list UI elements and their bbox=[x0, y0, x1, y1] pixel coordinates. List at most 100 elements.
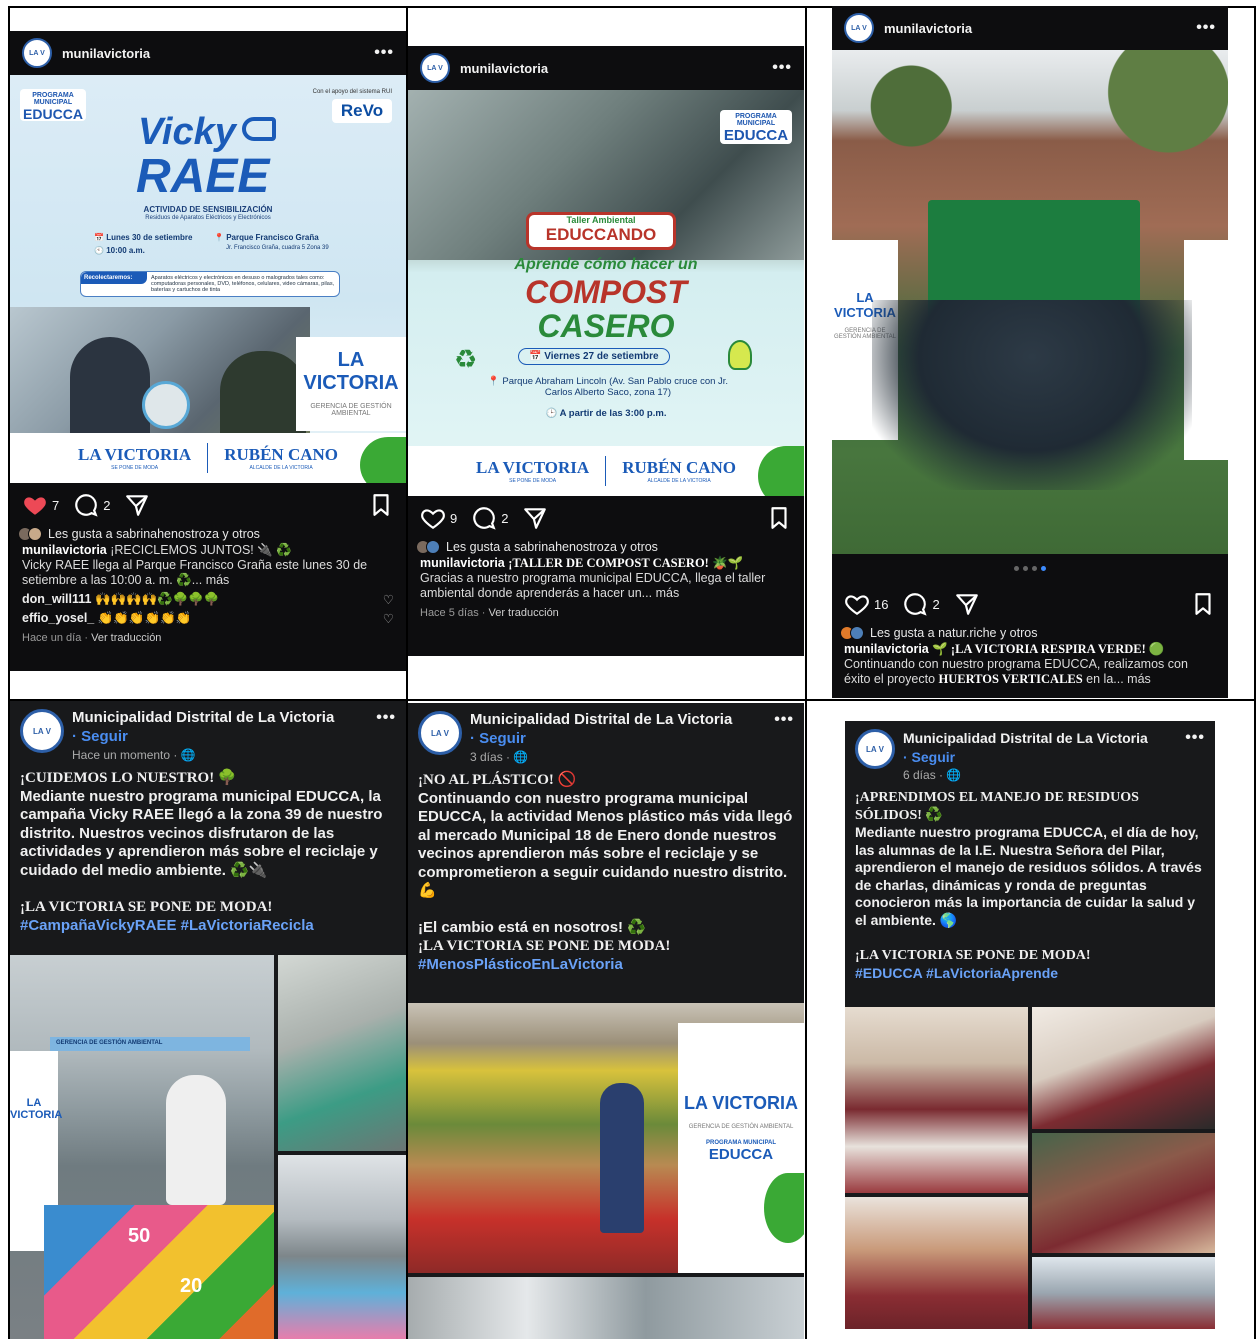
caption-title: 🌱 ¡LA VICTORIA RESPIRA VERDE! 🟢 bbox=[932, 642, 1165, 656]
like-button[interactable]: 9 bbox=[420, 505, 457, 531]
liker-avatars bbox=[416, 540, 440, 554]
profile-avatar[interactable]: LA V bbox=[22, 38, 52, 68]
liked-by[interactable]: Les gusta a sabrinahenostroza y otros bbox=[408, 540, 804, 554]
action-bar: 16 2 bbox=[832, 582, 1228, 626]
comment-button[interactable]: 2 bbox=[73, 492, 110, 518]
photo-classroom-5[interactable] bbox=[1032, 1257, 1215, 1329]
post-image[interactable]: PROGRAMA MUNICIPAL EDUCCA Con el apoyo d… bbox=[10, 75, 406, 483]
more-options-icon[interactable]: ••• bbox=[772, 59, 792, 77]
post-slogan: ¡LA VICTORIA SE PONE DE MODA! bbox=[855, 948, 1091, 963]
heart-icon bbox=[421, 509, 445, 530]
grid-divider-col2 bbox=[805, 6, 807, 1339]
heart-filled-icon bbox=[24, 497, 46, 515]
post-time: 3 días · 🌐 bbox=[470, 750, 529, 764]
follow-button[interactable]: · Seguir bbox=[470, 729, 794, 749]
photo-side-top[interactable] bbox=[278, 955, 406, 1151]
photo-classroom-3[interactable] bbox=[1032, 1133, 1215, 1253]
more-options-icon[interactable]: ••• bbox=[1196, 19, 1216, 37]
poster-subtitle-2: Residuos de Aparatos Eléctricos y Electr… bbox=[145, 215, 271, 221]
username[interactable]: munilavictoria bbox=[62, 46, 374, 61]
comment-button[interactable]: 2 bbox=[471, 505, 508, 531]
comment-user[interactable]: don_will111 bbox=[22, 592, 91, 606]
like-count: 9 bbox=[450, 510, 458, 526]
more-options-icon[interactable]: ••• bbox=[1185, 729, 1205, 747]
collect-box: Recolectaremos: Aparatos eléctricos y el… bbox=[80, 271, 340, 297]
post-image[interactable]: LA VICTORIA GERENCIA DE GESTIÓN AMBIENTA… bbox=[832, 50, 1228, 554]
caption-user[interactable]: munilavictoria bbox=[844, 642, 929, 656]
page-avatar[interactable]: LA V bbox=[418, 711, 462, 755]
post-headline: ¡NO AL PLÁSTICO! 🚫 bbox=[418, 772, 577, 788]
post-hashtags[interactable]: #CampañaVickyRAEE #LaVictoriaRecicla bbox=[20, 917, 396, 936]
send-icon bbox=[955, 594, 978, 615]
follow-button[interactable]: · Seguir bbox=[903, 747, 1205, 767]
photo-market[interactable]: LA VICTORIA GERENCIA DE GESTIÓN AMBIENTA… bbox=[408, 1003, 804, 1273]
educca-logo: PROGRAMA MUNICIPAL EDUCCA bbox=[20, 89, 86, 122]
photo-strip-bottom[interactable] bbox=[408, 1277, 804, 1339]
send-icon bbox=[126, 495, 149, 516]
post-time: Hace 5 días bbox=[420, 607, 479, 619]
post-time: Hace un momento · 🌐 bbox=[72, 748, 196, 762]
fb-post-menos-plastico: LA V Municipalidad Distrital de La Victo… bbox=[408, 703, 804, 1339]
recycle-icon: ♻ bbox=[454, 344, 478, 374]
caption: munilavictoria 🌱 ¡LA VICTORIA RESPIRA VE… bbox=[832, 640, 1228, 687]
like-button[interactable]: 7 bbox=[22, 492, 59, 518]
poster-place: 📍 Parque Francisco Graña bbox=[214, 233, 319, 242]
follow-button[interactable]: · Seguir bbox=[72, 727, 396, 747]
post-header: LA V Municipalidad Distrital de La Victo… bbox=[408, 703, 804, 765]
action-bar: 9 2 bbox=[408, 496, 804, 540]
share-button[interactable] bbox=[954, 591, 980, 617]
save-button[interactable] bbox=[368, 492, 394, 518]
bookmark-icon bbox=[771, 507, 787, 529]
comment-row: effio_yosel_ 👏👏👏👏👏👏 ♡ bbox=[10, 607, 406, 626]
poster-subtitle: ACTIVIDAD DE SENSIBILIZACIÓN bbox=[143, 205, 273, 214]
share-button[interactable] bbox=[522, 505, 548, 531]
caption-user[interactable]: munilavictoria bbox=[420, 556, 505, 570]
poster-line-2: COMPOST bbox=[525, 274, 687, 310]
photo-main[interactable]: GERENCIA DE GESTIÓN AMBIENTAL LA VICTORI… bbox=[10, 955, 274, 1339]
profile-avatar[interactable]: LA V bbox=[844, 13, 874, 43]
username[interactable]: munilavictoria bbox=[884, 21, 1196, 36]
save-button[interactable] bbox=[766, 505, 792, 531]
caption-user[interactable]: munilavictoria bbox=[22, 543, 107, 557]
more-options-icon[interactable]: ••• bbox=[376, 709, 396, 727]
comment-user[interactable]: effio_yosel_ bbox=[22, 611, 94, 625]
poster-place: 📍 Parque Abraham Lincoln (Av. San Pablo … bbox=[487, 376, 729, 398]
post-hashtags[interactable]: #MenosPlásticoEnLaVictoria bbox=[418, 956, 794, 975]
page-name[interactable]: Municipalidad Distrital de La Victoria bbox=[72, 709, 334, 727]
username[interactable]: munilavictoria bbox=[460, 61, 772, 76]
educca-logo: PROGRAMA MUNICIPAL EDUCCA bbox=[720, 110, 792, 144]
page-avatar[interactable]: LA V bbox=[855, 729, 895, 769]
caption-body[interactable]: Continuando con nuestro programa EDUCCA,… bbox=[844, 657, 1188, 686]
side-brand: LA VICTORIA GERENCIA DE GESTIÓN AMBIENTA… bbox=[296, 337, 406, 431]
collect-label: Recolectaremos: bbox=[81, 272, 147, 284]
post-text: ¡NO AL PLÁSTICO! 🚫 Continuando con nuest… bbox=[408, 765, 804, 974]
photo-classroom-1[interactable] bbox=[845, 1007, 1028, 1193]
translate-link[interactable]: Ver traducción bbox=[91, 632, 161, 644]
comment-like-icon[interactable]: ♡ bbox=[383, 592, 394, 607]
photo-classroom-2[interactable] bbox=[1032, 1007, 1215, 1129]
caption-body[interactable]: Gracias a nuestro programa municipal EDU… bbox=[420, 571, 765, 600]
post-text: ¡CUIDEMOS LO NUESTRO! 🌳 Mediante nuestro… bbox=[10, 763, 406, 935]
post-hashtags[interactable]: #EDUCCA #LaVictoriaAprende bbox=[855, 965, 1205, 983]
liked-by[interactable]: Les gusta a sabrinahenostroza y otros bbox=[10, 527, 406, 541]
comment-icon bbox=[904, 593, 928, 616]
photo-classroom-4[interactable] bbox=[845, 1197, 1028, 1329]
photo-side-bottom[interactable] bbox=[278, 1155, 406, 1339]
caption: munilavictoria ¡RECICLEMOS JUNTOS! 🔌 ♻️ … bbox=[10, 541, 406, 588]
comment-like-icon[interactable]: ♡ bbox=[383, 611, 394, 626]
caption-body[interactable]: Vicky RAEE llega al Parque Francisco Gra… bbox=[22, 558, 367, 587]
comment-button[interactable]: 2 bbox=[902, 591, 940, 617]
page-name[interactable]: Municipalidad Distrital de La Victoria bbox=[903, 729, 1148, 747]
post-text: ¡APRENDIMOS EL MANEJO DE RESIDUOS SÓLIDO… bbox=[845, 783, 1215, 982]
more-options-icon[interactable]: ••• bbox=[774, 711, 794, 729]
more-options-icon[interactable]: ••• bbox=[374, 44, 394, 62]
post-image[interactable]: PROGRAMA MUNICIPAL EDUCCA Taller Ambient… bbox=[408, 90, 804, 496]
page-name[interactable]: Municipalidad Distrital de La Victoria bbox=[470, 711, 732, 729]
like-button[interactable]: 16 bbox=[844, 591, 888, 617]
translate-link[interactable]: Ver traducción bbox=[488, 607, 558, 619]
profile-avatar[interactable]: LA V bbox=[420, 53, 450, 83]
liked-by[interactable]: Les gusta a natur.riche y otros bbox=[832, 626, 1228, 640]
save-button[interactable] bbox=[1190, 591, 1216, 617]
share-button[interactable] bbox=[124, 492, 150, 518]
page-avatar[interactable]: LA V bbox=[20, 709, 64, 753]
